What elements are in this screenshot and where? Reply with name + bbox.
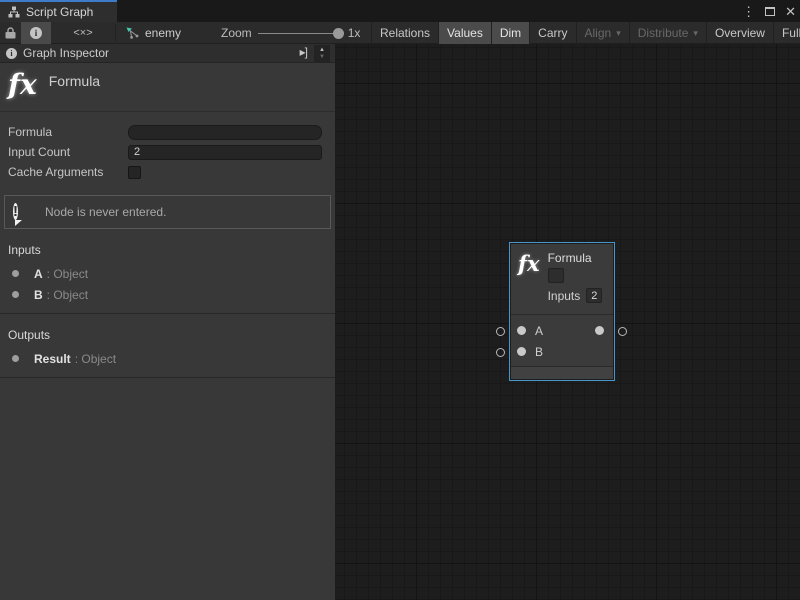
zoom-slider[interactable] [258,33,342,34]
port-dot-icon [12,355,19,362]
dim-button[interactable]: Dim [491,22,529,44]
align-dropdown[interactable]: Align ▾ [576,22,629,44]
zoom-value: 1x [348,26,361,40]
zoom-control: Zoom 1x [205,22,371,44]
zoom-slider-handle[interactable] [333,28,344,39]
fullscreen-button[interactable]: Full Screen [773,22,800,44]
code-view-button[interactable]: <×> [52,22,114,44]
output-pin-result: Result : Object [0,348,335,369]
outputs-section-header: Outputs [0,314,335,348]
graph-hierarchy-icon [8,6,20,18]
formula-field-row: Formula [0,122,335,142]
input-pin-b: B : Object [0,284,335,305]
code-icon: <×> [73,27,92,39]
close-icon[interactable]: ✕ [785,5,796,18]
formula-node[interactable]: fx Formula Inputs 2 A [509,242,615,381]
carry-button[interactable]: Carry [529,22,575,44]
inspector-header: i Graph Inspector ▸] ▲ ▼ [0,44,335,63]
input-port-b[interactable] [517,347,526,356]
chevron-down-icon: ▾ [693,28,698,39]
kebab-menu-icon[interactable]: ⋮ [742,5,755,18]
lock-icon [5,27,16,39]
node-title: Formula [548,251,603,265]
warning-icon: ! [13,201,35,223]
window-titlebar: Script Graph ⋮ ✕ [0,0,800,22]
node-title: Formula [49,73,100,105]
spinner-down-icon[interactable]: ▼ [319,54,325,61]
maximize-icon[interactable] [765,7,775,16]
node-formula-input[interactable] [548,268,564,283]
warning-text: Node is never entered. [45,205,166,219]
input-pin-a: A : Object [0,263,335,284]
window-controls: ⋮ ✕ [742,0,796,22]
port-dot-icon [12,291,19,298]
inspector-title: Graph Inspector [23,46,109,60]
tab-title: Script Graph [26,5,93,19]
port-dot-icon [12,270,19,277]
toolbar-separator [115,24,116,42]
node-inputs-count-field[interactable]: 2 [586,288,602,303]
lock-button[interactable] [0,22,20,44]
input-count-input[interactable] [128,145,322,160]
formula-input[interactable] [128,125,322,140]
values-button[interactable]: Values [438,22,491,44]
graph-canvas[interactable]: fx Formula Inputs 2 A [335,44,800,600]
script-graph-asset-icon [126,27,139,39]
formula-node-header: fx Formula Inputs 2 [511,244,613,315]
panel-spinner[interactable]: ▲ ▼ [314,45,330,62]
formula-fx-icon: fx [518,251,540,314]
external-port-ring-result[interactable] [618,327,627,336]
inputs-section-header: Inputs [0,229,335,263]
output-port-result[interactable] [595,326,604,335]
zoom-label: Zoom [221,26,252,40]
formula-node-footer [511,366,613,379]
spinner-up-icon[interactable]: ▲ [319,47,325,54]
formula-node-ports: A B [511,315,613,366]
graph-inspector-panel: i Graph Inspector ▸] ▲ ▼ fx Formula Form… [0,44,335,600]
input-count-label: Input Count [8,145,128,159]
inspector-toggle-button[interactable]: i [21,22,51,44]
warning-box: ! Node is never entered. [4,195,331,229]
tab-script-graph[interactable]: Script Graph [0,0,117,22]
dock-panel-icon[interactable]: ▸] [300,45,307,59]
external-port-ring-a[interactable] [496,327,505,336]
graph-toolbar: i <×> enemy Zoom 1x [0,22,800,44]
cache-arguments-row: Cache Arguments [0,162,335,182]
cache-arguments-label: Cache Arguments [8,165,128,179]
info-icon: i [6,48,17,59]
formula-field-label: Formula [8,125,128,139]
inspector-fields: Formula Input Count Cache Arguments [0,112,335,182]
external-port-ring-b[interactable] [496,348,505,357]
relations-button[interactable]: Relations [371,22,438,44]
breadcrumb[interactable]: enemy [118,22,189,44]
distribute-dropdown[interactable]: Distribute ▾ [629,22,706,44]
info-icon: i [30,27,42,39]
overview-button[interactable]: Overview [706,22,773,44]
cache-arguments-checkbox[interactable] [128,166,141,179]
input-port-a[interactable] [517,326,526,335]
node-title-block: fx Formula [0,63,335,112]
chevron-down-icon: ▾ [616,28,621,39]
script-graph-window: Script Graph ⋮ ✕ i <×> [0,0,800,600]
input-count-field-row: Input Count [0,142,335,162]
breadcrumb-label: enemy [145,26,181,40]
toolbar-toggle-group: Relations Values Dim Carry Align ▾ Distr… [371,22,800,44]
section-divider [0,377,335,378]
formula-fx-icon: fx [8,69,37,105]
node-inputs-label: Inputs [548,289,581,303]
port-row-b: B [511,341,613,362]
